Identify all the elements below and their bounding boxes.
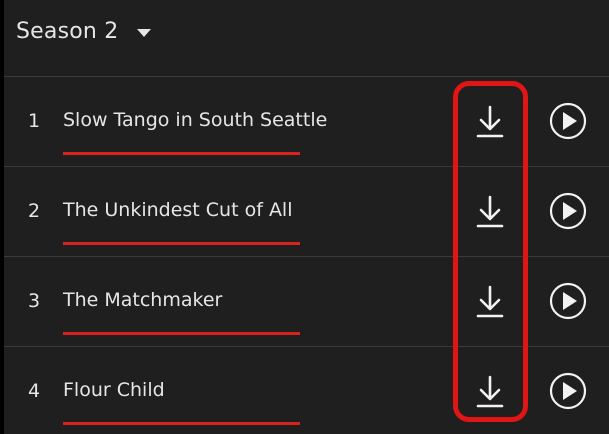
episode-title[interactable]: The Matchmaker — [63, 289, 222, 311]
episode-number: 4 — [28, 380, 41, 402]
episode-progress-bar — [63, 242, 300, 245]
episode-progress-bar — [63, 332, 300, 335]
play-circle-icon[interactable] — [549, 192, 587, 230]
episode-row[interactable]: 4 Flour Child — [4, 347, 609, 434]
episode-row[interactable]: 2 The Unkindest Cut of All — [4, 167, 609, 257]
episode-number: 3 — [28, 290, 41, 312]
episode-progress-bar — [63, 422, 300, 425]
screen: Season 2 1 Slow Tango in South Seattle 2… — [0, 0, 609, 434]
play-circle-icon[interactable] — [549, 282, 587, 320]
episode-title[interactable]: Slow Tango in South Seattle — [63, 109, 327, 131]
episode-row[interactable]: 1 Slow Tango in South Seattle — [4, 77, 609, 167]
episode-number: 2 — [28, 200, 41, 222]
download-icon[interactable] — [471, 371, 509, 411]
episode-progress-bar — [63, 152, 300, 155]
play-circle-icon[interactable] — [549, 102, 587, 140]
season-label: Season 2 — [16, 19, 119, 44]
download-icon[interactable] — [471, 101, 509, 141]
episode-panel: Season 2 1 Slow Tango in South Seattle 2… — [4, 0, 609, 434]
episode-title[interactable]: Flour Child — [63, 379, 165, 401]
download-icon[interactable] — [471, 281, 509, 321]
season-selector[interactable]: Season 2 — [4, 0, 609, 77]
caret-down-icon — [137, 29, 151, 37]
episode-number: 1 — [28, 110, 41, 132]
episode-title[interactable]: The Unkindest Cut of All — [63, 199, 293, 221]
download-icon[interactable] — [471, 191, 509, 231]
play-circle-icon[interactable] — [549, 372, 587, 410]
episode-row[interactable]: 3 The Matchmaker — [4, 257, 609, 347]
